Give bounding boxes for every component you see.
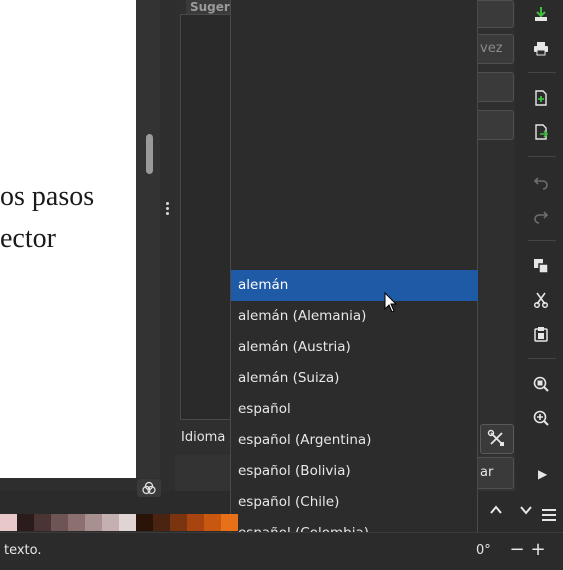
zoom-out-button[interactable]: −: [508, 540, 526, 560]
paste-icon[interactable]: [531, 324, 551, 344]
chevron-up-icon: [490, 505, 502, 514]
language-option[interactable]: español (Argentina): [231, 425, 478, 456]
zoom-in-button[interactable]: +: [529, 540, 547, 560]
color-swatch[interactable]: [204, 514, 221, 531]
toolbar-separator: [528, 156, 556, 157]
color-sidebar-toggle-button[interactable]: [137, 479, 161, 497]
dialog-button-4[interactable]: [476, 110, 514, 140]
undo-icon[interactable]: [531, 172, 551, 192]
mouse-cursor-icon: [384, 292, 398, 313]
toolbar-separator: [528, 240, 556, 241]
print-icon[interactable]: [531, 38, 551, 58]
color-swatch[interactable]: [221, 514, 238, 531]
previous-result-button[interactable]: [486, 503, 506, 525]
document-page[interactable]: os pasos ector: [0, 0, 136, 478]
expand-toolbar-icon[interactable]: ▶: [538, 467, 547, 481]
color-swatch[interactable]: [119, 514, 136, 531]
language-option[interactable]: español (Chile): [231, 487, 478, 518]
toolbar-separator: [528, 72, 556, 73]
panel-splitter[interactable]: [160, 0, 176, 491]
document-text-line: ector: [0, 223, 56, 254]
language-label: Idioma: [181, 430, 226, 445]
color-swatch[interactable]: [85, 514, 102, 531]
color-swatch[interactable]: [136, 514, 153, 531]
new-document-icon[interactable]: [531, 88, 551, 108]
color-swatch[interactable]: [170, 514, 187, 531]
language-option[interactable]: español (Bolivia): [231, 456, 478, 487]
ignore-all-button-label: vez: [480, 41, 503, 56]
hamburger-menu-icon[interactable]: [542, 506, 562, 528]
copy-icon[interactable]: [531, 256, 551, 276]
color-swatch[interactable]: [102, 514, 119, 531]
color-palette: [0, 514, 238, 531]
vertical-scrollbar-thumb[interactable]: [146, 134, 153, 174]
tools-button[interactable]: [480, 424, 514, 454]
language-option[interactable]: alemán: [231, 270, 478, 301]
color-swatch[interactable]: [0, 514, 17, 531]
zoom-in-icon[interactable]: [531, 408, 551, 428]
language-option[interactable]: alemán (Alemania): [231, 301, 478, 332]
suggestions-list[interactable]: [180, 14, 234, 420]
status-text: texto.: [4, 543, 42, 558]
chevron-down-icon: [520, 506, 532, 515]
color-swatch[interactable]: [34, 514, 51, 531]
color-swatch[interactable]: [17, 514, 34, 531]
zoom-fit-icon[interactable]: [531, 374, 551, 394]
next-result-button[interactable]: [516, 503, 536, 525]
cut-icon[interactable]: [531, 290, 551, 310]
dialog-button-3[interactable]: [476, 72, 514, 102]
document-scroll-track[interactable]: [136, 0, 160, 478]
language-option[interactable]: alemán (Suiza): [231, 363, 478, 394]
download-icon[interactable]: [531, 4, 551, 24]
right-toolbar: [517, 0, 563, 569]
toolbar-separator: [528, 358, 556, 359]
dialog-button-top[interactable]: [476, 0, 514, 28]
export-icon[interactable]: [531, 122, 551, 142]
close-button-label: ar: [480, 465, 494, 480]
tools-icon: [487, 429, 504, 446]
color-circles-icon: [142, 481, 156, 495]
color-swatch[interactable]: [68, 514, 85, 531]
color-swatch[interactable]: [187, 514, 204, 531]
document-text-line: os pasos: [0, 181, 95, 212]
rotation-readout: 0°: [476, 543, 491, 558]
redo-icon[interactable]: [531, 206, 551, 226]
color-swatch[interactable]: [153, 514, 170, 531]
language-option[interactable]: español: [231, 394, 478, 425]
splitter-handle-icon[interactable]: [166, 202, 170, 218]
color-swatch[interactable]: [51, 514, 68, 531]
language-option[interactable]: alemán (Austria): [231, 332, 478, 363]
